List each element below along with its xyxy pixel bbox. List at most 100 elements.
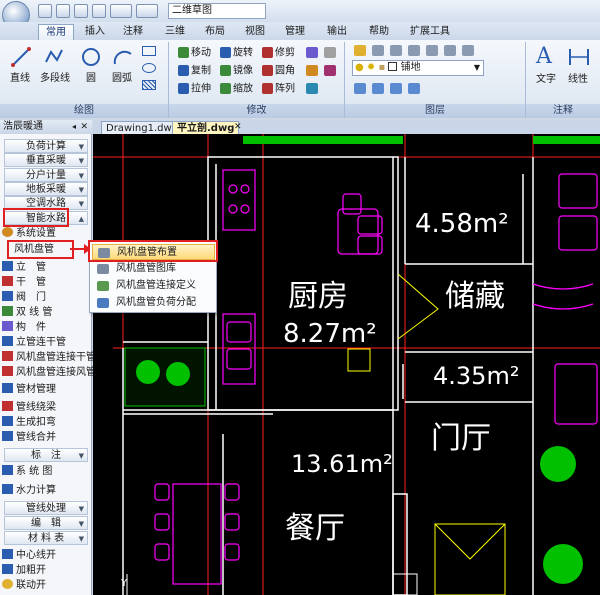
tab-annotate[interactable]: 注释 xyxy=(118,24,148,40)
panel-title: 浩辰暖通 ✕ ◂ xyxy=(0,120,92,134)
chevron-down-icon: ▼ xyxy=(78,186,84,194)
category-annotation[interactable]: 标 注 ▼ xyxy=(4,448,88,462)
bend-icon xyxy=(2,416,13,426)
mirror-icon xyxy=(220,65,231,76)
erase-icon[interactable] xyxy=(306,47,318,58)
light-bulb-icon: ● xyxy=(355,62,364,73)
redo-icon[interactable] xyxy=(136,4,158,18)
tab-3d[interactable]: 三维 xyxy=(160,24,190,40)
close-icon[interactable]: ✕ xyxy=(80,120,88,134)
open-file-icon[interactable] xyxy=(56,4,70,18)
list-item-generate-bend[interactable]: 生成扣弯 xyxy=(2,416,56,430)
category-floor-heating[interactable]: 地板采暖 ▼ xyxy=(4,182,88,196)
chevron-down-icon: ▼ xyxy=(78,200,84,208)
room-name-kitchen: 厨房 xyxy=(288,279,348,314)
pin-icon[interactable]: ◂ xyxy=(72,120,76,134)
scale-button[interactable]: 缩放 xyxy=(220,83,253,96)
hatch-icon[interactable] xyxy=(142,80,156,90)
line-label: 直线 xyxy=(10,73,30,84)
list-item-pipe-material[interactable]: 管材管理 xyxy=(2,383,56,397)
stretch-button[interactable]: 拉伸 xyxy=(178,83,211,96)
tab-help[interactable]: 帮助 xyxy=(364,24,394,40)
list-item-riser-to-main[interactable]: 立管连干管 xyxy=(2,336,66,350)
tab-plan-elevation[interactable]: 平立剖.dwg xyxy=(172,121,240,134)
line-icon[interactable] xyxy=(10,46,32,68)
list-item-valve[interactable]: 阀 门 xyxy=(2,291,46,305)
list-item-main-pipe[interactable]: 干 管 xyxy=(2,276,46,290)
array-button[interactable]: 阵列 xyxy=(262,83,295,96)
tab-view[interactable]: 视图 xyxy=(240,24,270,40)
rotate-button[interactable]: 旋转 xyxy=(220,47,253,60)
move-icon xyxy=(178,47,189,58)
list-item-fan-coil-to-duct[interactable]: 风机盘管连接风管 xyxy=(2,366,96,380)
category-vertical-heating[interactable]: 垂直采暖 ▼ xyxy=(4,153,88,167)
new-file-icon[interactable] xyxy=(38,4,52,18)
linear-dimension-icon[interactable] xyxy=(568,46,590,68)
explode-icon[interactable] xyxy=(306,65,318,76)
room-area-closet: 4.35m² xyxy=(433,362,519,390)
sun-icon: ✹ xyxy=(366,62,376,73)
layer-prev-icon[interactable] xyxy=(354,83,366,94)
tab-manage[interactable]: 管理 xyxy=(280,24,310,40)
tab-extensions[interactable]: 扩展工具 xyxy=(402,24,458,40)
category-bill-of-materials[interactable]: 材 料 表 ▼ xyxy=(4,531,88,545)
arc-icon[interactable] xyxy=(112,46,134,68)
close-tab-icon[interactable]: ✕ xyxy=(234,122,242,132)
menu-item-fan-coil-connection-def[interactable]: 风机盘管连接定义 xyxy=(92,278,215,294)
list-item-riser[interactable]: 立 管 xyxy=(2,261,46,275)
save-as-icon[interactable] xyxy=(92,4,106,18)
fillet-button[interactable]: 圆角 xyxy=(262,65,295,78)
text-icon[interactable]: A xyxy=(536,44,552,69)
tab-output[interactable]: 输出 xyxy=(322,24,352,40)
category-load-calc[interactable]: 负荷计算 ▼ xyxy=(4,139,88,153)
layer-lock-icon[interactable] xyxy=(444,45,456,56)
layer-properties-icon[interactable] xyxy=(354,45,366,56)
extend-icon[interactable] xyxy=(324,65,336,76)
tab-layout[interactable]: 布局 xyxy=(200,24,230,40)
category-household-metering[interactable]: 分户计量 ▼ xyxy=(4,168,88,182)
layer-select[interactable]: ● ✹ ▪ 铺地 ▼ xyxy=(352,60,484,76)
material-icon xyxy=(2,383,13,393)
layer-off-icon[interactable] xyxy=(426,45,438,56)
move-button[interactable]: 移动 xyxy=(178,47,211,60)
tab-home[interactable]: 常用 xyxy=(38,24,74,40)
layer-walk-icon[interactable] xyxy=(372,83,384,94)
drawing-canvas[interactable]: 厨房 8.27m² 储藏 4.58m² 4.35m² 门厅 13.61m² 餐厅… xyxy=(93,134,600,595)
layer-isolate-icon[interactable] xyxy=(390,45,402,56)
rectangle-icon[interactable] xyxy=(142,46,156,56)
undo-icon[interactable] xyxy=(110,4,132,18)
list-item-system-diagram[interactable]: 系 统 图 xyxy=(2,465,52,479)
list-item-fan-coil-to-main[interactable]: 风机盘管连接干管 xyxy=(2,351,96,365)
layer-match-icon[interactable] xyxy=(462,45,474,56)
category-pipe-processing[interactable]: 管线处理 ▼ xyxy=(4,501,88,515)
tab-drawing1[interactable]: Drawing1.dwg xyxy=(101,121,183,134)
layer-merge-icon[interactable] xyxy=(390,83,402,94)
list-item-component[interactable]: 构 件 xyxy=(2,321,46,335)
workspace-select[interactable]: 二维草图 xyxy=(168,3,266,19)
list-item-pipe-around-beam[interactable]: 管线绕梁 xyxy=(2,401,56,415)
layer-state-icon[interactable] xyxy=(372,45,384,56)
scale-icon xyxy=(220,83,231,94)
tab-insert[interactable]: 插入 xyxy=(80,24,110,40)
save-icon[interactable] xyxy=(74,4,88,18)
list-item-bold-on[interactable]: 加粗开 xyxy=(2,564,46,578)
offset-icon[interactable] xyxy=(306,83,318,94)
list-item-double-pipe[interactable]: 双 线 管 xyxy=(2,306,52,320)
list-item-system-settings[interactable]: 系统设置 xyxy=(2,227,56,241)
circle-icon[interactable] xyxy=(80,46,102,68)
category-edit[interactable]: 编 辑 ▼ xyxy=(4,516,88,530)
list-item-pipe-merge[interactable]: 管线合并 xyxy=(2,431,56,445)
ellipse-icon[interactable] xyxy=(142,63,156,73)
break-icon[interactable] xyxy=(324,47,336,58)
trim-button[interactable]: 修剪 xyxy=(262,47,295,60)
list-item-linkage-on[interactable]: 联动开 xyxy=(2,579,46,593)
menu-item-fan-coil-load-distribution[interactable]: 风机盘管负荷分配 xyxy=(92,295,215,311)
layer-freeze-icon[interactable] xyxy=(408,45,420,56)
list-item-centerline-on[interactable]: 中心线开 xyxy=(2,549,56,563)
list-item-hydraulic-calc[interactable]: 水力计算 xyxy=(2,484,56,498)
layer-delete-icon[interactable] xyxy=(408,83,420,94)
menu-item-fan-coil-library[interactable]: 风机盘管图库 xyxy=(92,261,215,277)
copy-button[interactable]: 复制 xyxy=(178,65,211,78)
polyline-icon[interactable] xyxy=(43,46,65,68)
mirror-button[interactable]: 镜像 xyxy=(220,65,253,78)
